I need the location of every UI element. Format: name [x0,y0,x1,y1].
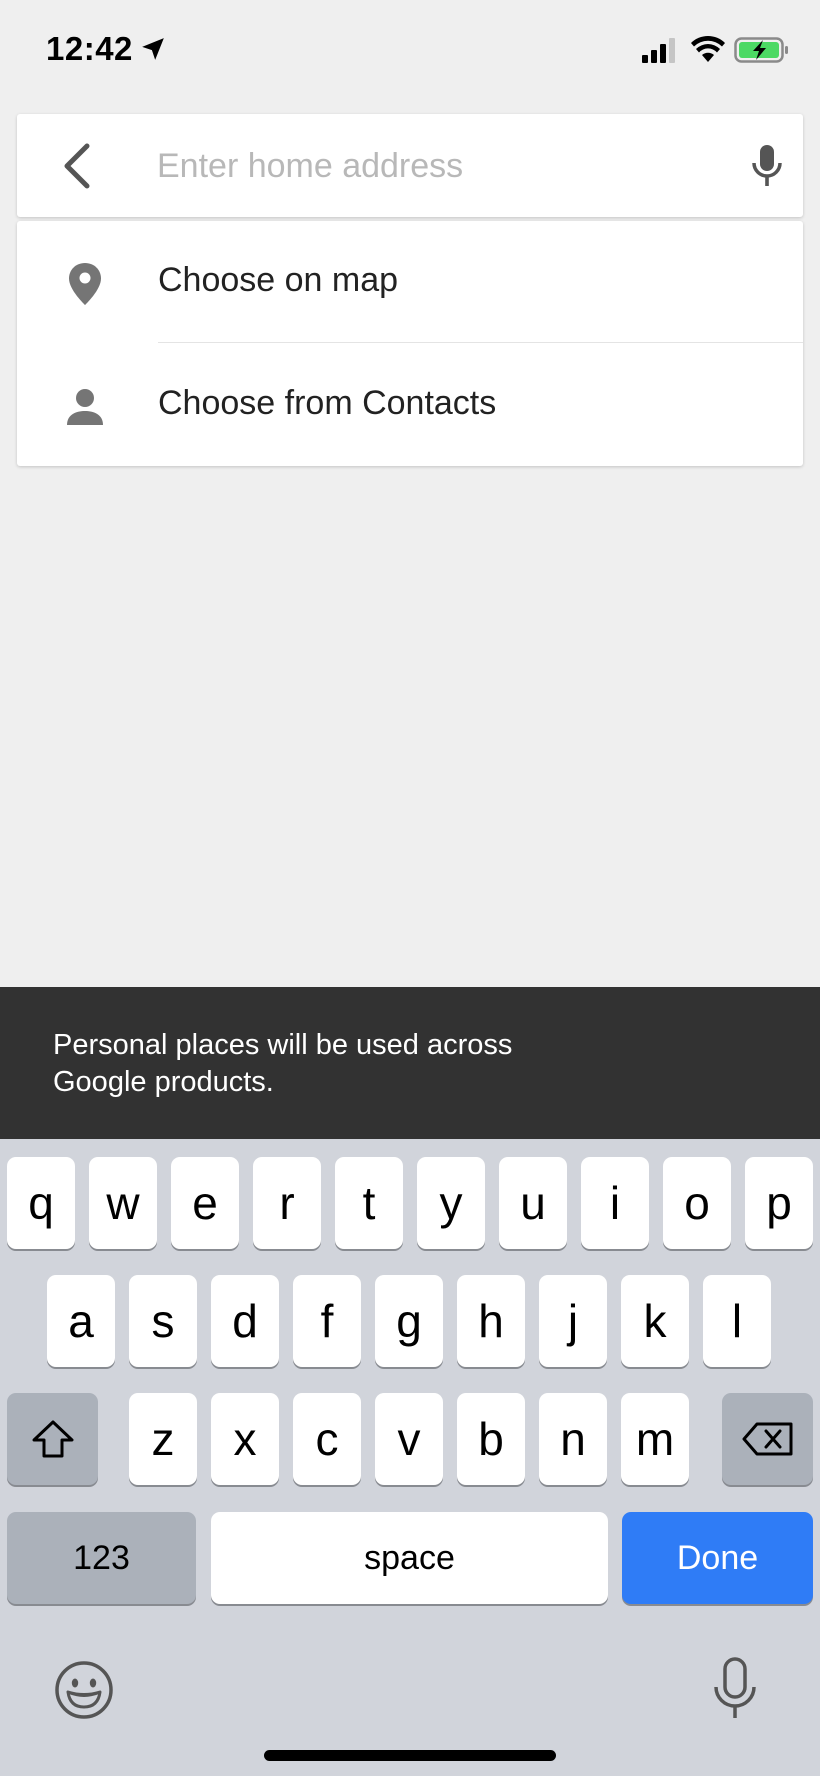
backspace-key[interactable] [722,1393,813,1485]
key-u[interactable]: u [499,1157,567,1249]
wifi-icon [691,35,725,62]
key-s[interactable]: s [129,1275,197,1367]
location-arrow-icon [142,38,164,60]
snackbar-message: Personal places will be used across Goog… [53,1027,613,1101]
choose-on-map-option[interactable]: Choose on map [17,221,803,343]
key-h[interactable]: h [457,1275,525,1367]
option-label: Choose from Contacts [158,384,497,422]
key-d[interactable]: d [211,1275,279,1367]
home-options-list: Choose on map Choose from Contacts [17,221,803,466]
key-e[interactable]: e [171,1157,239,1249]
home-indicator[interactable] [264,1750,556,1761]
signal-icon [642,38,675,63]
key-q[interactable]: q [7,1157,75,1249]
shift-key[interactable] [7,1393,98,1485]
key-g[interactable]: g [375,1275,443,1367]
status-bar: 12:42 [0,0,820,100]
snackbar-line-2: Google products. [53,1066,274,1098]
place-marker-icon [57,256,113,312]
key-t[interactable]: t [335,1157,403,1249]
emoji-icon[interactable] [53,1659,115,1721]
battery-charging-icon [734,37,788,63]
key-f[interactable]: f [293,1275,361,1367]
key-r[interactable]: r [253,1157,321,1249]
key-b[interactable]: b [457,1393,525,1485]
option-label: Choose on map [158,261,399,299]
key-k[interactable]: k [621,1275,689,1367]
key-l[interactable]: l [703,1275,771,1367]
search-bar [17,114,803,217]
backspace-icon [742,1422,792,1456]
key-m[interactable]: m [621,1393,689,1485]
choose-from-contacts-option[interactable]: Choose from Contacts [17,344,803,466]
back-button[interactable] [47,136,107,196]
keyboard: q w e r t y u i o p a s d f g h j k l z … [0,1139,820,1776]
key-p[interactable]: p [745,1157,813,1249]
key-c[interactable]: c [293,1393,361,1485]
key-x[interactable]: x [211,1393,279,1485]
done-key[interactable]: Done [622,1512,813,1604]
key-o[interactable]: o [663,1157,731,1249]
key-v[interactable]: v [375,1393,443,1485]
key-j[interactable]: j [539,1275,607,1367]
voice-search-button[interactable] [737,136,797,196]
home-address-input[interactable] [157,136,717,196]
dictation-microphone-icon[interactable] [710,1657,760,1721]
back-arrow-icon [64,143,90,189]
person-icon [57,379,113,435]
snackbar: Personal places will be used across Goog… [0,987,820,1139]
status-time: 12:42 [46,30,133,67]
snackbar-line-1: Personal places will be used across [53,1029,513,1061]
microphone-icon [752,145,782,186]
shift-arrow-icon [32,1420,73,1458]
space-key[interactable]: space [211,1512,608,1604]
key-z[interactable]: z [129,1393,197,1485]
divider [158,342,803,343]
numbers-key[interactable]: 123 [7,1512,196,1604]
key-n[interactable]: n [539,1393,607,1485]
key-i[interactable]: i [581,1157,649,1249]
key-a[interactable]: a [47,1275,115,1367]
key-w[interactable]: w [89,1157,157,1249]
key-y[interactable]: y [417,1157,485,1249]
